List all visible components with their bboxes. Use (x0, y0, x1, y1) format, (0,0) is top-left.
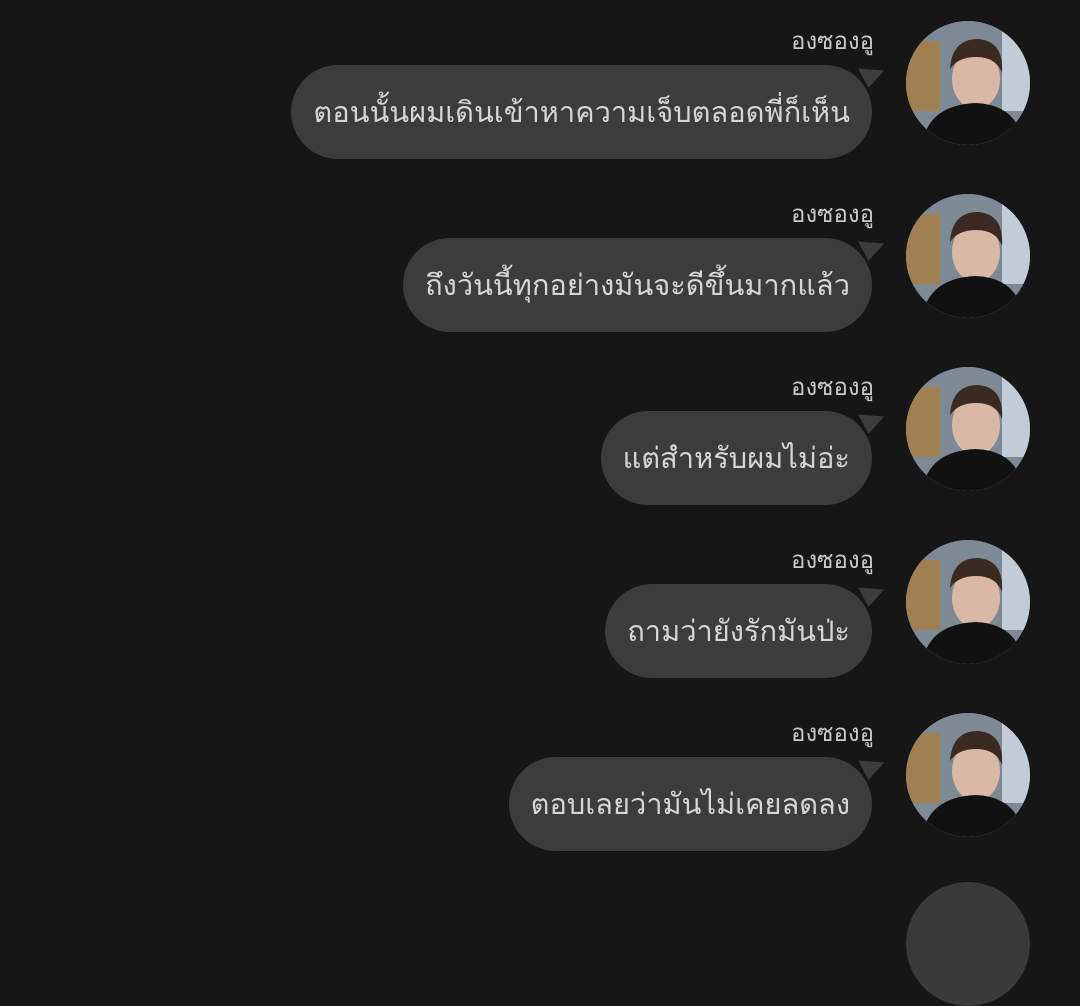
sender-name: องซองอู (791, 546, 874, 574)
avatar-photo-icon (906, 540, 1030, 664)
avatar-photo-icon (906, 367, 1030, 491)
chat-message: องซองอู ถึงวันนี้ทุกอย่างมันจะดีขึ้นมากแ… (0, 173, 1080, 346)
avatar-photo-icon (906, 713, 1030, 837)
avatar[interactable] (906, 713, 1030, 837)
chat-message: องซองอู ตอนนั้นผมเดินเข้าหาความเจ็บตลอดพ… (0, 0, 1080, 173)
chat-message: องซองอู แต่สำหรับผมไม่อ่ะ (0, 346, 1080, 519)
avatar[interactable] (906, 367, 1030, 491)
sender-name: องซองอู (791, 200, 874, 228)
sender-name: องซองอู (791, 27, 874, 55)
avatar[interactable] (906, 194, 1030, 318)
avatar[interactable] (906, 540, 1030, 664)
chat-log: องซองอู ตอนนั้นผมเดินเข้าหาความเจ็บตลอดพ… (0, 0, 1080, 1006)
chat-message: องซองอู ถามว่ายังรักมันป่ะ (0, 519, 1080, 692)
avatar-photo-icon (906, 194, 1030, 318)
message-bubble[interactable]: ถามว่ายังรักมันป่ะ (605, 584, 872, 678)
avatar-photo-icon (906, 21, 1030, 145)
sender-name: องซองอู (791, 719, 874, 747)
chat-message: องซองอู ตอบเลยว่ามันไม่เคยลดลง (0, 692, 1080, 865)
avatar[interactable] (906, 21, 1030, 145)
sender-name: องซองอู (791, 373, 874, 401)
message-bubble[interactable]: ถึงวันนี้ทุกอย่างมันจะดีขึ้นมากแล้ว (403, 238, 872, 332)
avatar[interactable] (906, 882, 1030, 1006)
message-bubble[interactable]: แต่สำหรับผมไม่อ่ะ (600, 411, 872, 505)
message-bubble[interactable]: ตอบเลยว่ามันไม่เคยลดลง (508, 757, 872, 851)
message-bubble[interactable]: ตอนนั้นผมเดินเข้าหาความเจ็บตลอดพี่ก็เห็น (291, 65, 872, 159)
